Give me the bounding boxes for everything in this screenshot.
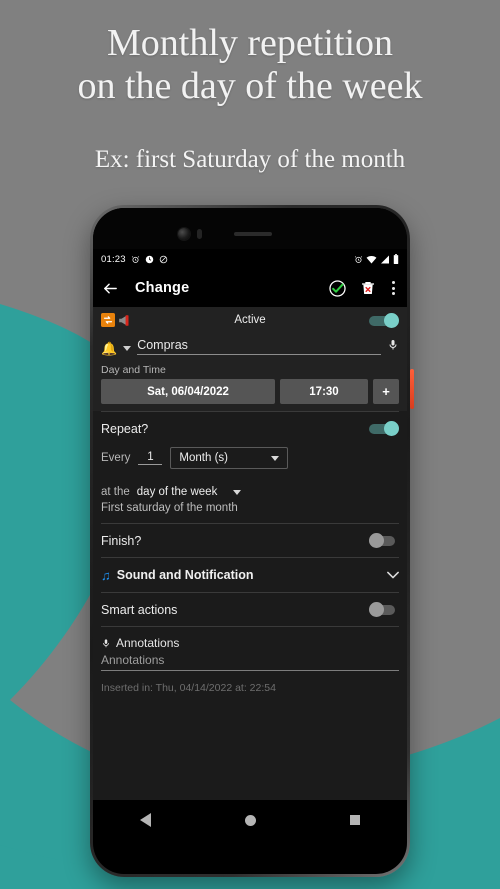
smart-actions-label: Smart actions <box>101 602 178 617</box>
app-bar: Change <box>93 269 407 307</box>
repeat-unit-value: Month (s) <box>179 452 228 464</box>
back-arrow-icon[interactable] <box>102 280 119 297</box>
front-camera-icon <box>178 228 190 240</box>
active-row-icons <box>101 313 132 327</box>
repeat-icon <box>101 313 115 327</box>
status-bar: 01:23 <box>93 249 407 269</box>
promo-headline: Monthly repetition on the day of the wee… <box>0 22 500 107</box>
day-time-section-label: Day and Time <box>93 357 407 379</box>
signal-icon <box>380 255 390 264</box>
repeat-description: First saturday of the month <box>101 502 238 514</box>
status-bar-left: 01:23 <box>101 254 168 265</box>
promo-screenshot: Monthly repetition on the day of the wee… <box>0 0 500 889</box>
clock-icon <box>145 255 154 264</box>
smart-actions-toggle[interactable] <box>369 602 399 617</box>
active-row: Active <box>93 307 407 333</box>
reminder-title-input[interactable]: Compras <box>137 338 381 355</box>
active-label: Active <box>234 314 266 326</box>
phone-mockup: 01:23 Change Active 🔔 Compras Day and Ti… <box>90 205 410 877</box>
annotations-label: Annotations <box>116 636 180 650</box>
alarm-icon <box>131 255 140 264</box>
edit-form: Active 🔔 Compras Day and Time Sat, 06/04… <box>93 307 407 800</box>
chevron-down-icon[interactable] <box>123 346 132 351</box>
nav-recents-icon[interactable] <box>350 815 360 825</box>
smart-actions-row: Smart actions <box>93 593 407 626</box>
do-not-disturb-icon <box>159 255 168 264</box>
microphone-icon[interactable] <box>387 338 399 354</box>
kebab-menu-icon[interactable] <box>389 277 398 299</box>
every-label: Every <box>101 452 131 464</box>
promo-subline: Ex: first Saturday of the month <box>94 146 406 173</box>
repeat-label: Repeat? <box>101 421 149 436</box>
repeat-toggle[interactable] <box>369 421 399 436</box>
status-bar-right <box>354 254 399 264</box>
delete-icon[interactable] <box>360 280 376 296</box>
repeat-unit-spinner[interactable]: Month (s) <box>170 447 289 469</box>
nav-home-icon[interactable] <box>245 814 256 826</box>
bell-icon[interactable]: 🔔 <box>101 342 117 355</box>
phone-top-bezel <box>93 208 407 249</box>
chevron-down-icon[interactable] <box>387 569 399 581</box>
sensor-icon <box>197 229 202 239</box>
earpiece-speaker <box>234 232 272 236</box>
page-title: Change <box>135 280 190 296</box>
repeat-mode-value: day of the week <box>136 486 218 498</box>
sound-notification-label: Sound and Notification <box>116 568 254 582</box>
day-time-row: Sat, 06/04/2022 17:30 + <box>93 379 407 411</box>
repeat-every-row: Every 1 Month (s) <box>93 445 407 480</box>
time-button[interactable]: 17:30 <box>280 379 368 404</box>
add-datetime-button[interactable]: + <box>373 379 399 404</box>
music-note-icon: ♫ <box>101 567 111 583</box>
repeat-mode-spinner[interactable]: day of the week <box>136 484 242 500</box>
sound-notification-row[interactable]: ♫ Sound and Notification <box>93 558 407 592</box>
headline-line-1: Monthly repetition <box>106 22 394 64</box>
at-the-label: at the <box>101 486 130 498</box>
app-screen: 01:23 Change Active 🔔 Compras Day and Ti… <box>93 249 407 840</box>
microphone-icon[interactable] <box>101 637 111 650</box>
repeat-row: Repeat? <box>93 412 407 445</box>
active-toggle[interactable] <box>369 312 399 328</box>
form-filler <box>93 705 407 800</box>
finish-row: Finish? <box>93 524 407 557</box>
chevron-down-icon <box>233 489 242 495</box>
finish-toggle[interactable] <box>369 533 399 548</box>
every-value-input[interactable]: 1 <box>138 451 163 465</box>
nav-back-icon[interactable] <box>140 813 151 827</box>
megaphone-icon <box>118 314 132 327</box>
finish-label: Finish? <box>101 533 142 548</box>
status-bar-clock: 01:23 <box>101 253 126 265</box>
repeat-mode-row: at the day of the week <box>93 480 407 500</box>
battery-icon <box>393 254 399 264</box>
phone-screen-area: 01:23 Change Active 🔔 Compras Day and Ti… <box>93 208 407 874</box>
alarm-icon <box>354 255 363 264</box>
inserted-timestamp: Inserted in: Thu, 04/14/2022 at: 22:54 <box>101 682 276 694</box>
headline-line-2: on the day of the week <box>77 64 423 107</box>
chevron-down-icon <box>271 455 280 461</box>
check-circle-icon[interactable] <box>328 279 347 298</box>
android-nav-bar <box>93 800 407 840</box>
date-button[interactable]: Sat, 06/04/2022 <box>101 379 275 404</box>
wifi-icon <box>366 255 377 264</box>
app-bar-actions <box>328 277 398 299</box>
annotations-header: Annotations <box>93 627 407 653</box>
power-button[interactable] <box>410 369 414 409</box>
annotations-input[interactable]: Annotations <box>101 653 399 671</box>
reminder-title-row: 🔔 Compras <box>93 333 407 357</box>
